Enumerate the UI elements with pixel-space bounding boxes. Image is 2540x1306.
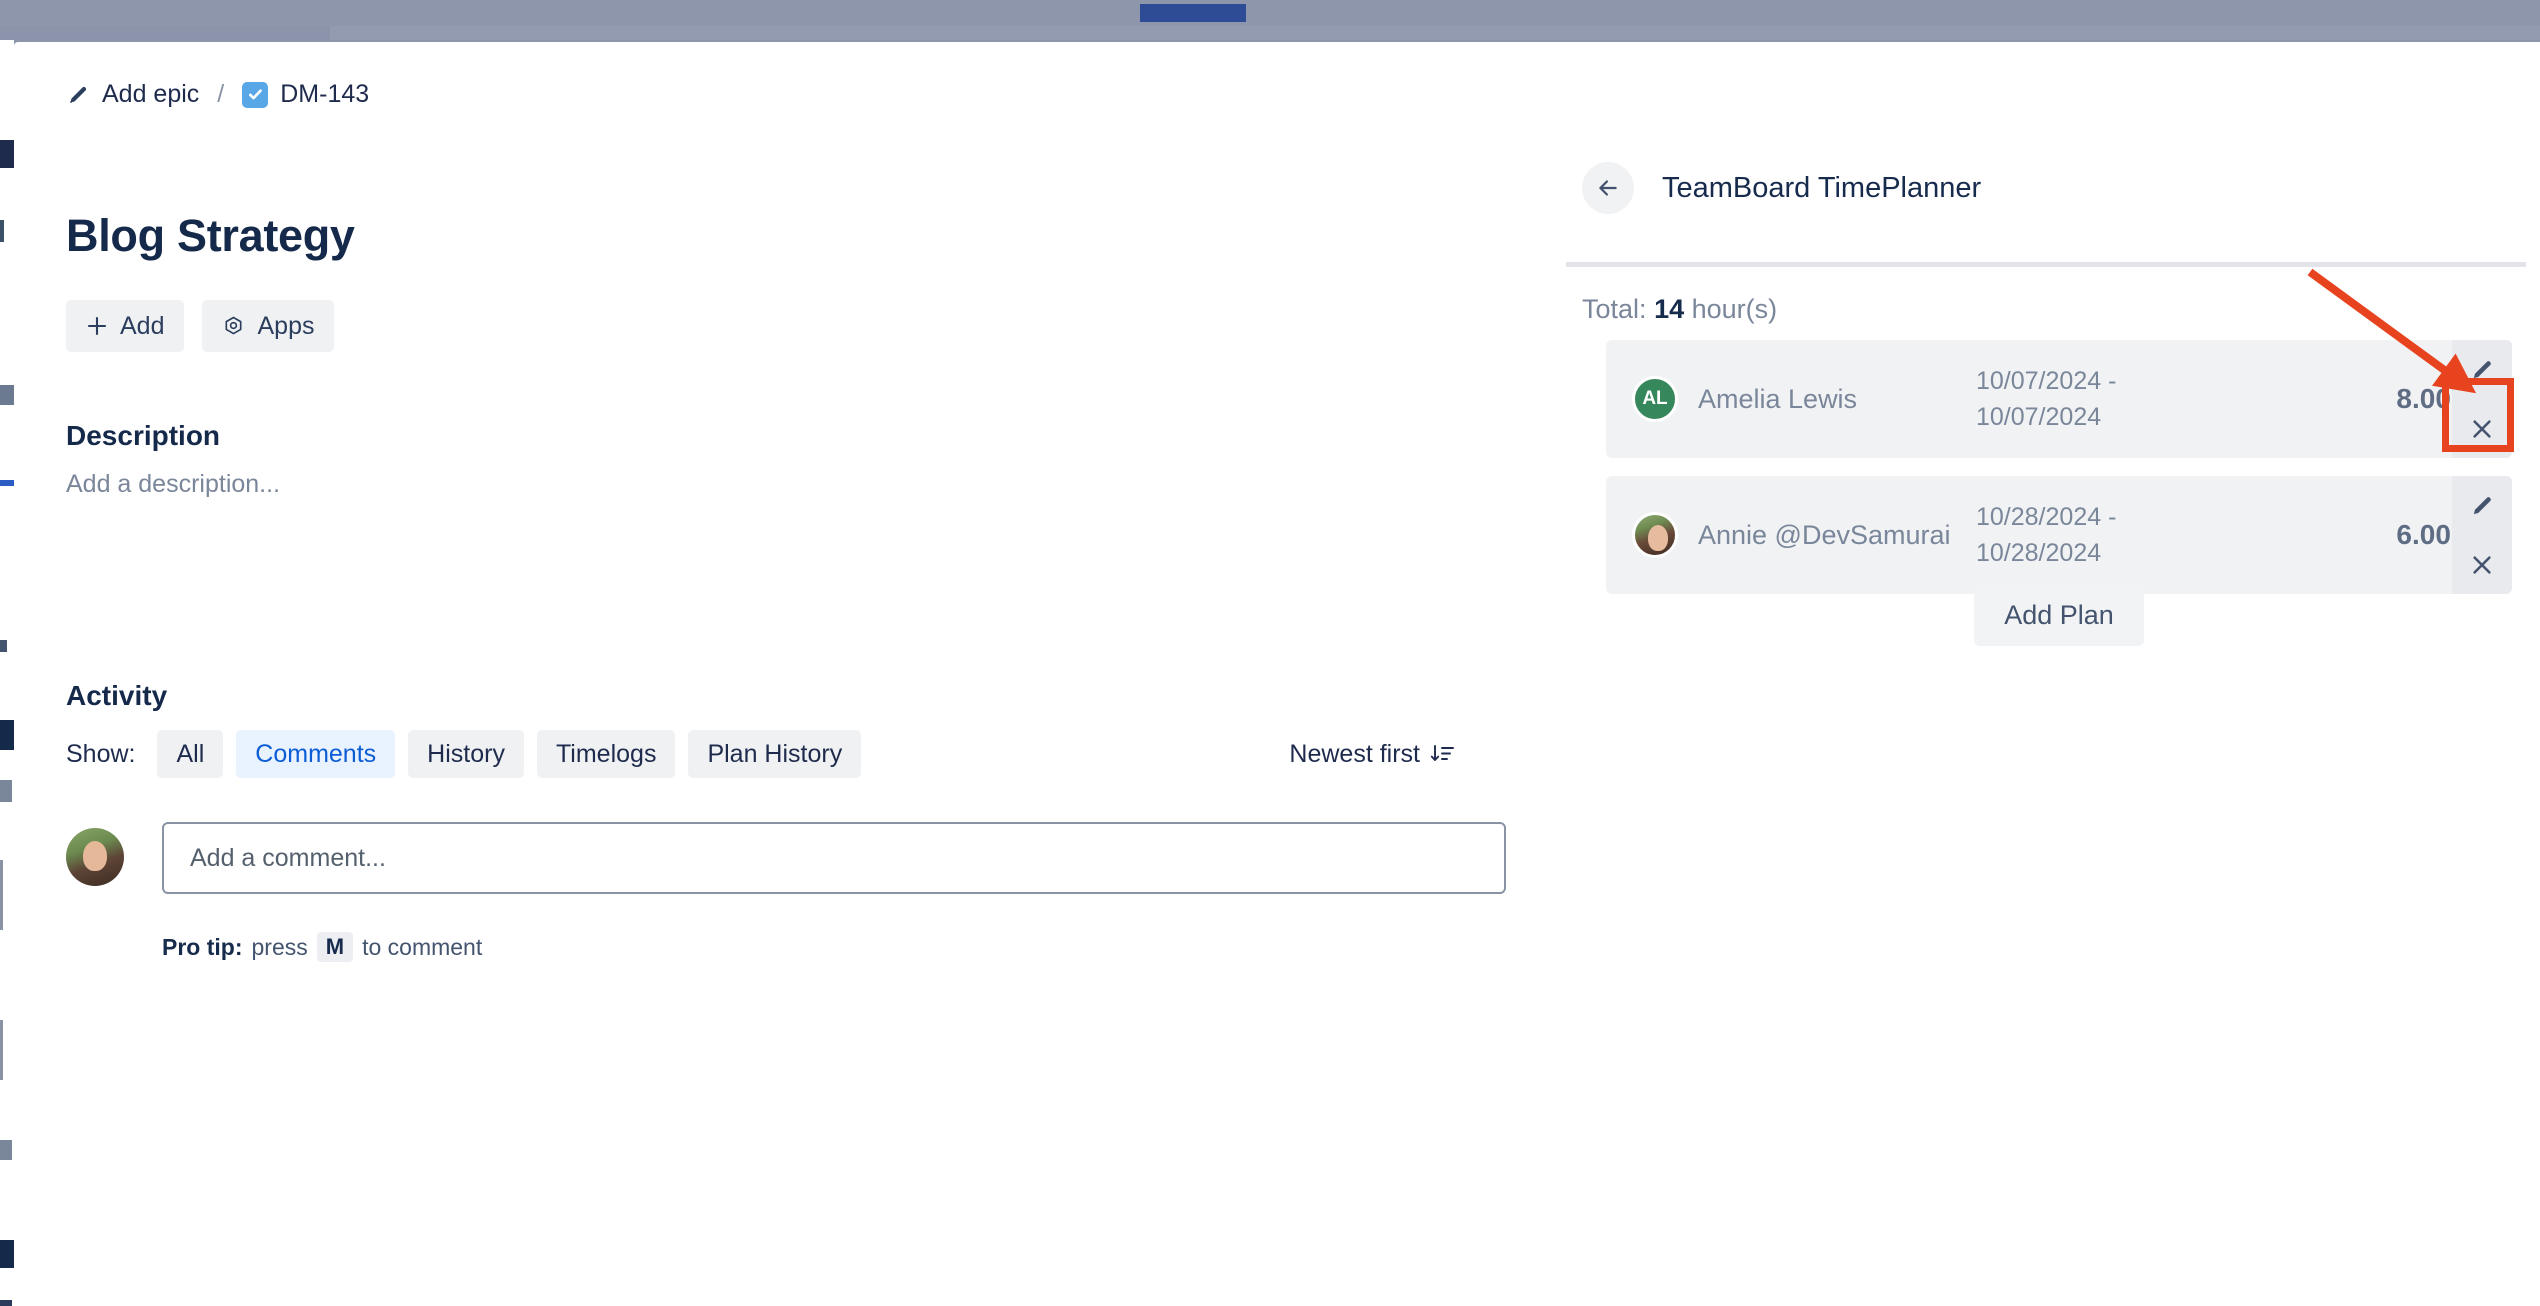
timeplanner-panel: TeamBoard TimePlanner Total: 14 hour(s) … [1554,42,2540,1306]
breadcrumb-add-epic-label: Add epic [102,80,200,108]
panel-total-prefix: Total: [1582,294,1647,324]
plan-row-actions [2452,476,2512,594]
pro-tip-key: M [316,932,354,962]
description-heading: Description [66,420,221,451]
activity-filter-row: Show: All Comments History Timelogs Plan… [66,730,1454,778]
plan-user-name: Annie @DevSamurai [1698,519,1951,550]
pro-tip-prefix: Pro tip: [162,933,243,960]
panel-total-suffix: hour(s) [1691,294,1778,324]
browser-backdrop-strip-left [0,26,330,40]
page-title: Blog Strategy [66,210,355,261]
description-placeholder[interactable]: Add a description... [66,470,280,499]
breadcrumb-add-epic[interactable]: Add epic [66,80,199,109]
breadcrumb: Add epic / DM-143 [66,80,369,109]
apps-button-label: Apps [257,311,315,340]
activity-heading: Activity [66,680,168,711]
plan-dates: 10/07/2024 - 10/07/2024 [1976,363,2226,436]
comment-composer [66,822,1506,894]
plan-user: AL Amelia Lewis [1606,376,1976,422]
panel-total: Total: 14 hour(s) [1582,294,1777,325]
breadcrumb-separator: / [217,80,225,108]
plan-date-start: 10/07/2024 - [1976,366,2117,395]
plan-date-end: 10/07/2024 [1976,403,2102,431]
tab-all[interactable]: All [157,730,224,778]
plus-icon [86,315,108,337]
plan-row-actions [2452,340,2512,458]
panel-title: TeamBoard TimePlanner [1662,171,1982,204]
underlying-page-lines [0,80,14,1306]
plan-date-end: 10/28/2024 [1976,539,2102,567]
panel-divider [1566,262,2526,267]
add-plan-button[interactable]: Add Plan [1974,584,2144,646]
plan-user: Annie @DevSamurai [1606,512,1976,558]
add-button-label: Add [120,311,165,340]
tab-history[interactable]: History [408,730,524,778]
plan-dates: 10/28/2024 - 10/28/2024 [1976,499,2226,572]
pencil-icon [66,83,90,107]
issue-action-row: Add Apps [66,300,335,352]
tab-plan-history[interactable]: Plan History [688,730,862,778]
comment-input[interactable] [162,822,1506,894]
sort-order-label: Newest first [1289,739,1420,768]
add-plan-wrap: Add Plan [1606,584,2512,646]
tab-timelogs[interactable]: Timelogs [536,730,676,778]
avatar [1632,512,1678,558]
task-checkbox-icon [242,81,269,108]
sort-order-toggle[interactable]: Newest first [1289,740,1454,769]
apps-hexagon-icon [222,315,245,338]
issue-main-column: Add epic / DM-143 Blog Strategy Add Apps… [14,42,1554,1306]
sort-descending-icon [1430,742,1454,766]
edit-plan-button[interactable] [2452,476,2512,535]
underlying-page-sliver [0,40,14,1306]
avatar [66,828,124,886]
breadcrumb-issue-key: DM-143 [280,80,370,108]
arrow-left-icon[interactable] [1582,162,1634,214]
show-label: Show: [66,739,136,768]
tab-comments[interactable]: Comments [236,730,396,778]
pro-tip: Pro tip: press M to comment [162,932,482,962]
apps-button[interactable]: Apps [202,300,335,352]
add-button[interactable]: Add [66,300,185,352]
delete-plan-button[interactable] [2452,399,2512,458]
plan-list: AL Amelia Lewis 10/07/2024 - 10/07/2024 … [1606,340,2512,612]
browser-backdrop-strip [0,26,2540,40]
edit-plan-button[interactable] [2452,340,2512,399]
issue-detail-modal: Add epic / DM-143 Blog Strategy Add Apps… [14,42,2540,1306]
pro-tip-suffix: to comment [362,933,483,960]
panel-header: TeamBoard TimePlanner [1582,162,1981,214]
panel-total-value: 14 [1654,294,1685,324]
pro-tip-mid: press [251,933,308,960]
browser-tab-indicator [1140,4,1246,22]
plan-date-start: 10/28/2024 - [1976,502,2117,531]
table-row[interactable]: AL Amelia Lewis 10/07/2024 - 10/07/2024 … [1606,340,2512,458]
plan-user-name: Amelia Lewis [1698,383,1858,414]
table-row[interactable]: Annie @DevSamurai 10/28/2024 - 10/28/202… [1606,476,2512,594]
breadcrumb-issue[interactable]: DM-143 [242,80,369,109]
avatar: AL [1632,376,1678,422]
